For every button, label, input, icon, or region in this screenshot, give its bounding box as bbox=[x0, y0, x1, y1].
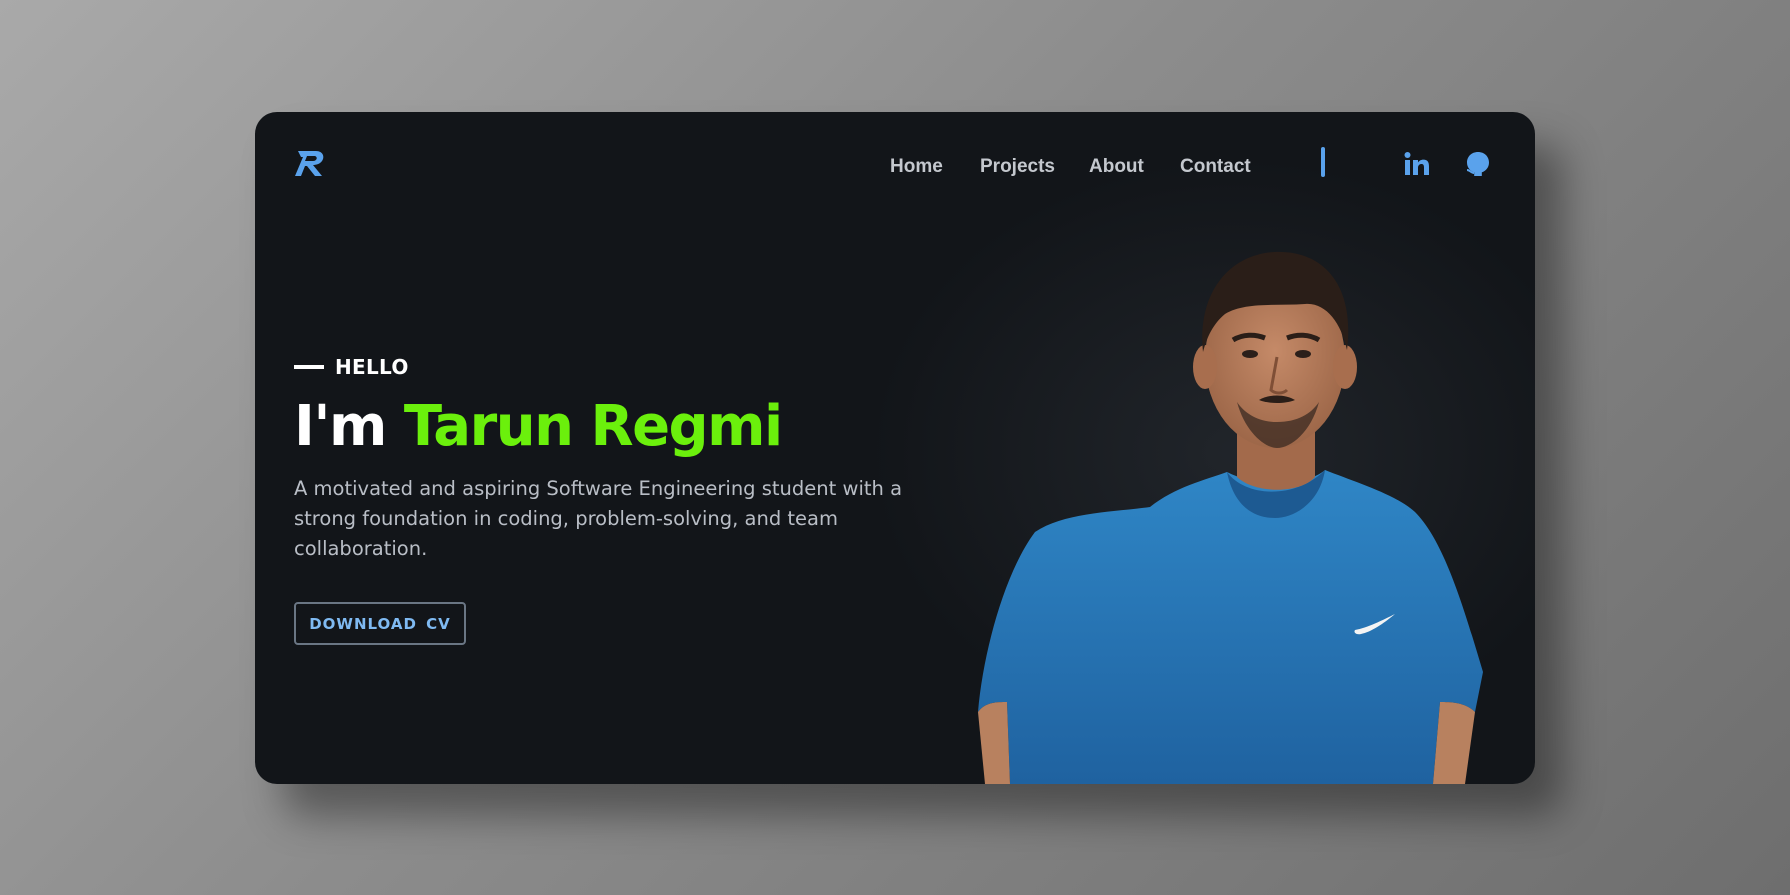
profile-photo bbox=[978, 251, 1483, 784]
nav-contact[interactable]: Contact bbox=[1180, 152, 1251, 182]
nav-home[interactable]: Home bbox=[890, 152, 943, 182]
nav-about[interactable]: About bbox=[1089, 152, 1144, 182]
main-nav: Home Projects About Contact bbox=[255, 152, 1535, 182]
nav-divider bbox=[1321, 147, 1325, 177]
headline-name: Tarun Regmi bbox=[403, 394, 783, 459]
github-icon[interactable] bbox=[1464, 150, 1492, 178]
hero-intro: HELLO I'm Tarun Regmi A motivated and as… bbox=[294, 352, 914, 564]
hello-row: HELLO bbox=[294, 352, 914, 382]
linkedin-icon[interactable] bbox=[1403, 150, 1431, 178]
headline-prefix: I'm bbox=[294, 394, 404, 459]
nav-projects[interactable]: Projects bbox=[980, 152, 1055, 182]
hello-dash bbox=[294, 365, 324, 369]
hello-label: HELLO bbox=[335, 355, 409, 379]
download-cv-button[interactable]: DOWNLOAD CV bbox=[294, 602, 466, 645]
hero-card: Home Projects About Contact HELLO I'm Ta… bbox=[255, 112, 1535, 784]
headline: I'm Tarun Regmi bbox=[294, 392, 914, 462]
bio-text: A motivated and aspiring Software Engine… bbox=[294, 477, 903, 560]
